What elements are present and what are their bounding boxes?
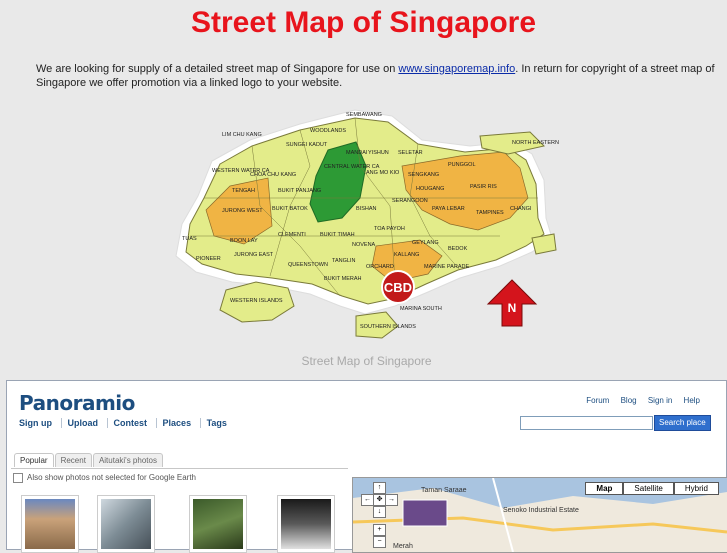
zoom-in-icon[interactable]: + <box>373 524 386 536</box>
singapore-map[interactable]: CBD N SEMBAWANG LIM CHU KANG WOODLANDS SUNG… <box>160 106 584 346</box>
map-region-label: TAMPINES <box>476 210 504 216</box>
map-region-label: BUKIT TIMAH <box>320 232 355 238</box>
map-region-label: MARINE PARADE <box>424 264 469 270</box>
map-type-satellite[interactable]: Satellite <box>623 482 674 495</box>
photo-thumbnail[interactable] <box>21 495 79 553</box>
panoramio-logo[interactable]: Panoramio <box>19 391 135 415</box>
map-region-label: MANDAI <box>346 150 368 156</box>
search-place-input[interactable] <box>520 416 653 430</box>
panoramio-nav: Sign up Upload Contest Places Tags <box>19 418 233 428</box>
singaporemap-link[interactable]: www.singaporemap.info <box>398 63 515 75</box>
panoramio-top-links: Forum Blog Sign in Help <box>577 396 700 405</box>
map-label: Taman Saraae <box>421 487 467 494</box>
map-label: Merah <box>393 543 413 550</box>
map-region-label: PASIR RIS <box>470 184 497 190</box>
cbd-label: CBD <box>384 280 412 295</box>
sign-in-link[interactable]: Sign in <box>648 396 672 405</box>
map-region-label: NORTH EASTERN ISLANDS <box>512 140 560 146</box>
photo-thumbnail[interactable] <box>277 495 335 553</box>
help-link[interactable]: Help <box>684 396 700 405</box>
map-region-label: PIONEER <box>196 256 221 262</box>
map-region-label: BOON LAY <box>230 238 258 244</box>
map-region-label: MARINA SOUTH <box>400 306 442 312</box>
map-region-label: CHANGI <box>510 206 532 212</box>
photo-tabs: Popular Recent Aitutaki's photos <box>14 453 164 467</box>
map-region-label: SUNGEI KADUT <box>286 142 328 148</box>
nav-contest[interactable]: Contest <box>106 418 154 428</box>
map-region-label: TOA PAYOH <box>374 226 405 232</box>
map-region-label: BUKIT MERAH <box>324 276 362 282</box>
pan-down-icon[interactable]: ↓ <box>373 506 386 518</box>
singapore-map-drawing: CBD N SEMBAWANG LIM CHU KANG WOODLANDS SUNG… <box>175 109 584 339</box>
map-region-label: WESTERN ISLANDS <box>230 298 283 304</box>
nav-tags[interactable]: Tags <box>199 418 233 428</box>
map-label: Senoko Industrial Estate <box>503 507 579 514</box>
map-region-label: SOUTHERN ISLANDS <box>360 324 416 330</box>
map-region-label: TENGAH <box>232 188 255 194</box>
intro-text-before: We are looking for supply of a detailed … <box>36 63 399 75</box>
map-region-label: ORCHARD <box>366 264 394 270</box>
map-region-label: PUNGGOL <box>448 162 476 168</box>
pan-right-icon[interactable]: → <box>385 494 398 506</box>
photo-thumbnail[interactable] <box>97 495 155 553</box>
map-region-label: TANGLIN <box>332 258 355 264</box>
map-region-label: BISHAN <box>356 206 377 212</box>
map-region-label: NOVENA <box>352 242 376 248</box>
map-type-buttons: Map Satellite Hybrid <box>585 482 719 495</box>
map-region-label: SERANGOON <box>392 198 428 204</box>
photo-thumbnail[interactable] <box>189 495 247 553</box>
map-region-label: TUAS <box>182 236 197 242</box>
forum-link[interactable]: Forum <box>586 396 609 405</box>
blog-link[interactable]: Blog <box>621 396 637 405</box>
map-region-label: BEDOK <box>448 246 468 252</box>
google-map[interactable]: Taman Saraae Senoko Industrial Estate Me… <box>352 477 727 553</box>
map-region-label: PAYA LEBAR <box>432 206 465 212</box>
intro-text: We are looking for supply of a detailed … <box>36 62 726 90</box>
map-type-map[interactable]: Map <box>585 482 624 495</box>
map-caption: Street Map of Singapore <box>301 354 432 368</box>
eastern-island <box>531 233 557 255</box>
map-type-hybrid[interactable]: Hybrid <box>673 482 719 495</box>
pan-up-icon[interactable]: ↑ <box>373 482 386 494</box>
page-title: Street Map of Singapore <box>190 6 537 39</box>
map-region-label: CHOA CHU KANG <box>250 172 296 178</box>
map-region-label: CLEMENTI <box>278 232 306 238</box>
map-region-label: HOUGANG <box>416 186 444 192</box>
map-region-label: YISHUN <box>368 150 389 156</box>
map-region-label: ANG MO KIO <box>366 170 400 176</box>
map-region-label: LIM CHU KANG <box>222 132 262 138</box>
nav-places[interactable]: Places <box>155 418 198 428</box>
tab-popular[interactable]: Popular <box>14 453 54 467</box>
zoom-out-icon[interactable]: − <box>373 536 386 548</box>
map-region-label: JURONG WEST <box>222 208 263 214</box>
map-region-label: JURONG EAST <box>234 252 274 258</box>
checkbox-label: Also show photos not selected for Google… <box>27 473 196 483</box>
north-label: N <box>508 301 517 315</box>
map-region-label: KALLANG <box>394 252 419 258</box>
map-region-label: WOODLANDS <box>310 128 346 134</box>
tab-recent[interactable]: Recent <box>54 453 92 467</box>
map-region-label: SELETAR <box>398 150 423 156</box>
tab-divider <box>11 468 348 469</box>
map-region-label: SEMBAWANG <box>346 112 382 118</box>
map-region-label: BUKIT BATOK <box>272 206 308 212</box>
map-photo-marker[interactable] <box>402 499 448 527</box>
nav-sign-up[interactable]: Sign up <box>19 418 58 428</box>
tab-aitutaki-photos[interactable]: Aitutaki's photos <box>92 453 163 467</box>
nav-upload[interactable]: Upload <box>60 418 105 428</box>
checkbox[interactable] <box>13 473 23 483</box>
map-region-label: BUKIT PANJANG <box>278 188 321 194</box>
panoramio-embed: Panoramio Forum Blog Sign in Help Sign u… <box>6 380 727 553</box>
google-earth-filter[interactable]: Also show photos not selected for Google… <box>13 473 196 483</box>
map-region-label: GEYLANG <box>412 240 439 246</box>
map-region-label: SENGKANG <box>408 172 439 178</box>
search-place-button[interactable]: Search place <box>654 415 711 431</box>
map-region-label: QUEENSTOWN <box>288 262 328 268</box>
